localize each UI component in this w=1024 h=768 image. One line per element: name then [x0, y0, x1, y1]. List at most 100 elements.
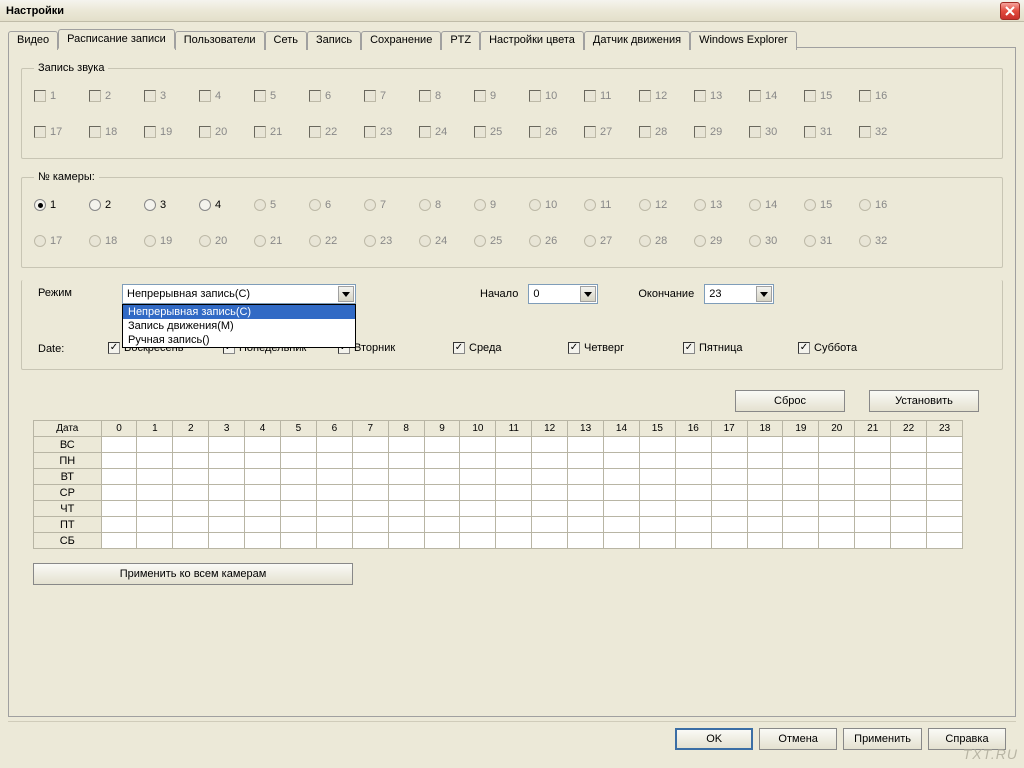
tab-6[interactable]: PTZ	[441, 31, 480, 50]
schedule-cell[interactable]	[855, 485, 891, 501]
schedule-cell[interactable]	[532, 437, 568, 453]
end-combo[interactable]: 23	[704, 284, 774, 304]
camera-radio-3[interactable]: 3	[144, 199, 199, 211]
schedule-cell[interactable]	[819, 501, 855, 517]
schedule-cell[interactable]	[352, 533, 388, 549]
schedule-cell[interactable]	[245, 437, 281, 453]
schedule-cell[interactable]	[532, 469, 568, 485]
ok-button[interactable]: OK	[675, 728, 753, 750]
schedule-cell[interactable]	[496, 517, 532, 533]
schedule-cell[interactable]	[891, 485, 927, 501]
schedule-cell[interactable]	[532, 533, 568, 549]
camera-radio-1[interactable]: 1	[34, 199, 89, 211]
schedule-cell[interactable]	[532, 485, 568, 501]
schedule-cell[interactable]	[316, 437, 352, 453]
schedule-cell[interactable]	[747, 437, 783, 453]
schedule-cell[interactable]	[604, 485, 640, 501]
schedule-cell[interactable]	[101, 437, 137, 453]
schedule-cell[interactable]	[424, 485, 460, 501]
schedule-cell[interactable]	[639, 437, 675, 453]
tab-5[interactable]: Сохранение	[361, 31, 441, 50]
schedule-cell[interactable]	[137, 517, 173, 533]
schedule-cell[interactable]	[927, 533, 963, 549]
schedule-cell[interactable]	[173, 517, 209, 533]
schedule-cell[interactable]	[281, 469, 317, 485]
schedule-cell[interactable]	[747, 533, 783, 549]
schedule-cell[interactable]	[532, 453, 568, 469]
schedule-cell[interactable]	[496, 533, 532, 549]
schedule-cell[interactable]	[388, 533, 424, 549]
schedule-cell[interactable]	[747, 517, 783, 533]
schedule-cell[interactable]	[424, 469, 460, 485]
schedule-cell[interactable]	[101, 485, 137, 501]
camera-radio-4[interactable]: 4	[199, 199, 254, 211]
schedule-cell[interactable]	[137, 437, 173, 453]
schedule-cell[interactable]	[209, 485, 245, 501]
schedule-cell[interactable]	[496, 485, 532, 501]
schedule-cell[interactable]	[316, 485, 352, 501]
schedule-cell[interactable]	[173, 453, 209, 469]
schedule-cell[interactable]	[388, 517, 424, 533]
schedule-cell[interactable]	[209, 437, 245, 453]
schedule-cell[interactable]	[316, 501, 352, 517]
schedule-cell[interactable]	[675, 533, 711, 549]
schedule-cell[interactable]	[711, 437, 747, 453]
schedule-cell[interactable]	[388, 501, 424, 517]
schedule-cell[interactable]	[137, 485, 173, 501]
schedule-cell[interactable]	[568, 517, 604, 533]
schedule-cell[interactable]	[316, 517, 352, 533]
schedule-cell[interactable]	[639, 485, 675, 501]
reset-button[interactable]: Сброс	[735, 390, 845, 412]
tab-8[interactable]: Датчик движения	[584, 31, 690, 50]
schedule-cell[interactable]	[352, 517, 388, 533]
schedule-cell[interactable]	[101, 517, 137, 533]
tab-9[interactable]: Windows Explorer	[690, 31, 797, 50]
schedule-cell[interactable]	[604, 469, 640, 485]
camera-radio-2[interactable]: 2	[89, 199, 144, 211]
schedule-cell[interactable]	[927, 469, 963, 485]
help-button[interactable]: Справка	[928, 728, 1006, 750]
schedule-cell[interactable]	[747, 501, 783, 517]
schedule-cell[interactable]	[639, 533, 675, 549]
schedule-cell[interactable]	[604, 533, 640, 549]
schedule-cell[interactable]	[245, 501, 281, 517]
apply-button[interactable]: Применить	[843, 728, 922, 750]
schedule-cell[interactable]	[137, 501, 173, 517]
schedule-cell[interactable]	[245, 485, 281, 501]
schedule-cell[interactable]	[173, 501, 209, 517]
schedule-cell[interactable]	[568, 533, 604, 549]
schedule-cell[interactable]	[855, 501, 891, 517]
schedule-cell[interactable]	[388, 437, 424, 453]
schedule-cell[interactable]	[316, 533, 352, 549]
schedule-cell[interactable]	[424, 437, 460, 453]
schedule-cell[interactable]	[173, 533, 209, 549]
schedule-cell[interactable]	[927, 485, 963, 501]
schedule-cell[interactable]	[137, 533, 173, 549]
tab-0[interactable]: Видео	[8, 31, 58, 50]
schedule-cell[interactable]	[424, 501, 460, 517]
schedule-cell[interactable]	[316, 469, 352, 485]
schedule-cell[interactable]	[352, 437, 388, 453]
schedule-cell[interactable]	[209, 453, 245, 469]
schedule-cell[interactable]	[281, 485, 317, 501]
schedule-cell[interactable]	[209, 469, 245, 485]
schedule-cell[interactable]	[927, 517, 963, 533]
schedule-cell[interactable]	[604, 437, 640, 453]
schedule-cell[interactable]	[747, 485, 783, 501]
schedule-cell[interactable]	[568, 453, 604, 469]
schedule-cell[interactable]	[819, 453, 855, 469]
schedule-cell[interactable]	[855, 453, 891, 469]
schedule-cell[interactable]	[137, 469, 173, 485]
mode-option-0[interactable]: Непрерывная запись(C)	[123, 305, 355, 319]
schedule-cell[interactable]	[101, 469, 137, 485]
schedule-cell[interactable]	[891, 517, 927, 533]
schedule-cell[interactable]	[352, 501, 388, 517]
schedule-cell[interactable]	[819, 517, 855, 533]
schedule-cell[interactable]	[639, 469, 675, 485]
schedule-cell[interactable]	[783, 501, 819, 517]
schedule-cell[interactable]	[711, 485, 747, 501]
schedule-cell[interactable]	[783, 437, 819, 453]
schedule-cell[interactable]	[496, 501, 532, 517]
day-checkbox-3[interactable]: Среда	[453, 342, 568, 354]
schedule-cell[interactable]	[101, 533, 137, 549]
